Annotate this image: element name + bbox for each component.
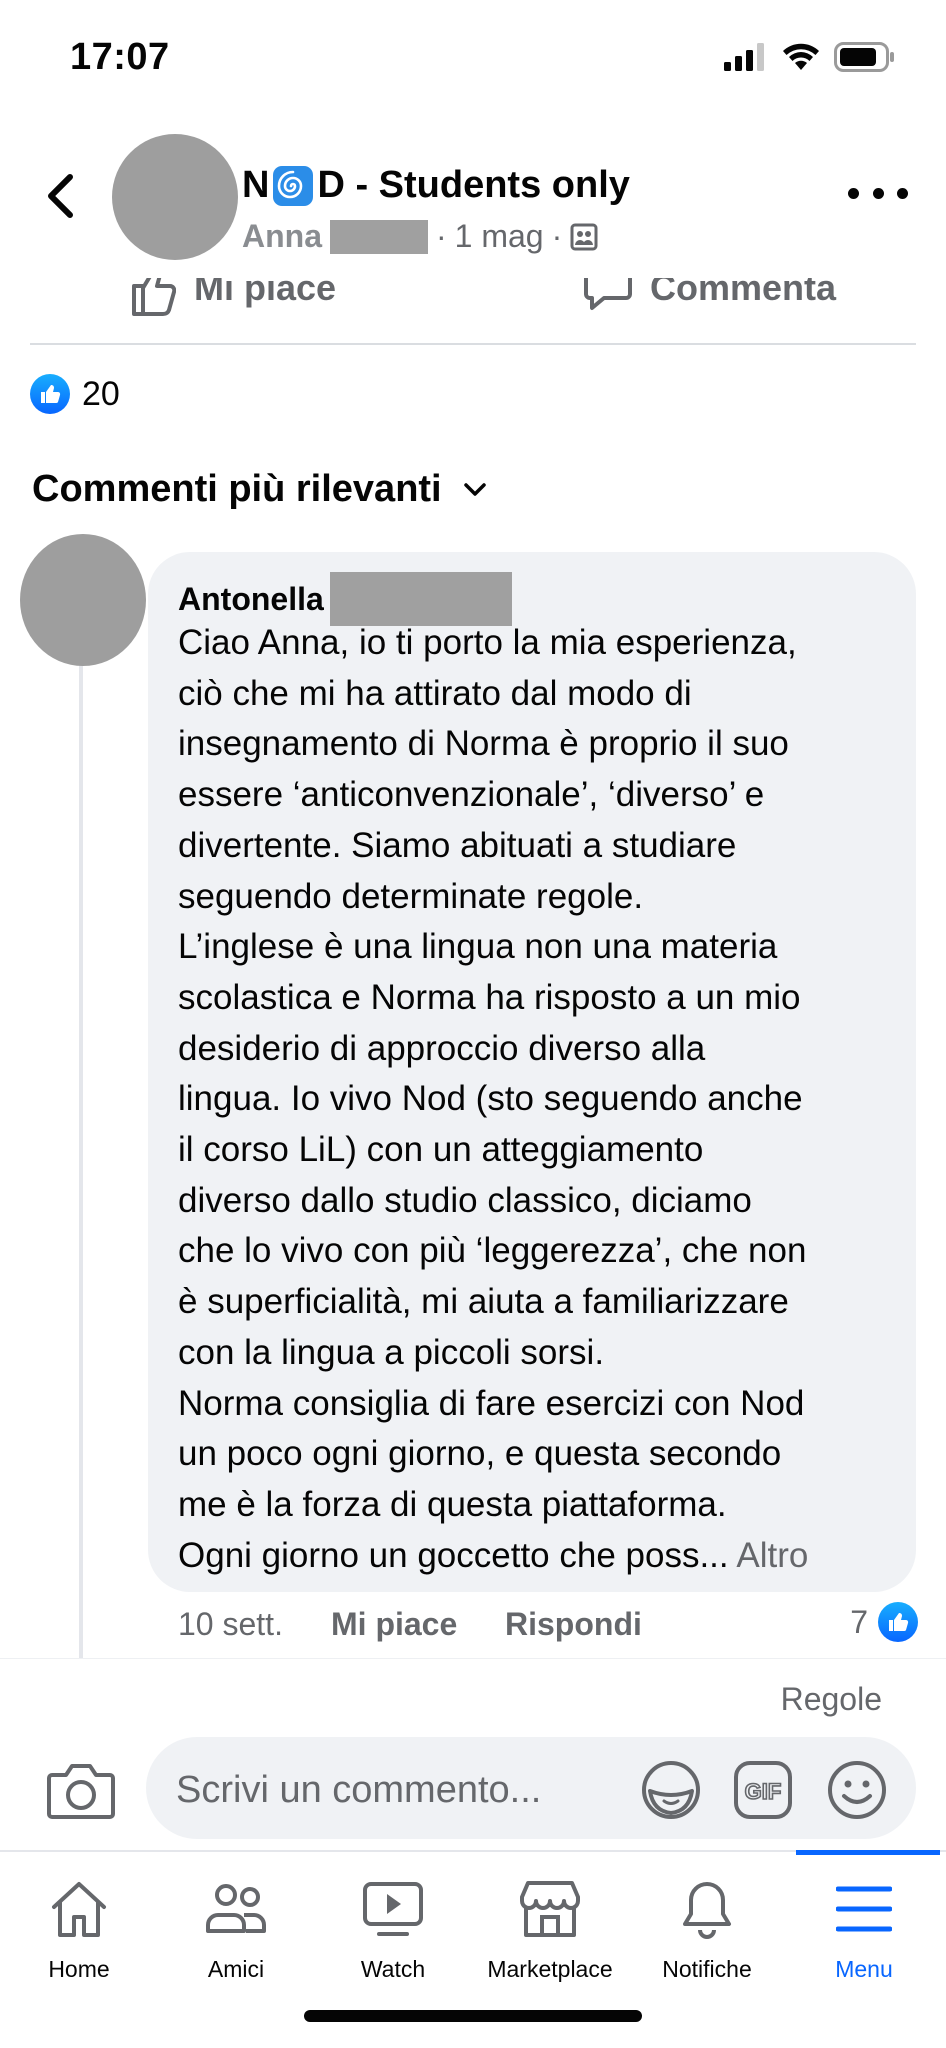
signal-icon: [724, 43, 764, 71]
tab-notifications[interactable]: Notifiche: [628, 1852, 786, 2002]
cyclone-icon: [273, 165, 314, 206]
tab-label: Watch: [360, 1956, 426, 1982]
tab-label: Marketplace: [487, 1956, 613, 1982]
camera-icon[interactable]: [46, 1759, 116, 1821]
like-action-label: Mi piace: [194, 278, 337, 308]
dot: [872, 187, 884, 199]
post-date[interactable]: 1 mag: [455, 218, 544, 255]
comment-time[interactable]: 10 sett.: [178, 1606, 283, 1643]
tab-marketplace[interactable]: Marketplace: [471, 1852, 629, 2002]
comment-input[interactable]: Scrivi un commento... GIF: [146, 1737, 916, 1839]
home-indicator[interactable]: [304, 2010, 642, 2022]
group-members-icon: [570, 223, 598, 250]
emoji-icon[interactable]: [826, 1759, 888, 1821]
meta-separator: ·: [551, 218, 563, 254]
comment-like-button[interactable]: Mi piace: [331, 1606, 457, 1643]
group-title[interactable]: N D - Students only: [242, 164, 630, 207]
comment-action-label: Commenta: [650, 278, 837, 308]
post-action-row: Mi piace Commenta: [0, 278, 946, 344]
rules-link[interactable]: Regole: [781, 1681, 882, 1718]
tab-menu[interactable]: Menu: [785, 1852, 943, 2002]
friends-icon: [206, 1884, 266, 1933]
back-button[interactable]: [38, 166, 82, 226]
status-bar: 17:07: [0, 0, 946, 118]
group-title-suffix: D - Students only: [317, 164, 630, 206]
post-author[interactable]: Anna: [242, 218, 322, 255]
like-reaction-icon: [878, 1602, 918, 1642]
meta-separator: ·: [436, 218, 447, 254]
comment-body: Ciao Anna, io ti porto la mia esperienza…: [178, 623, 807, 1575]
chevron-down-icon: [463, 482, 486, 496]
comment-composer: Regole Scrivi un commento... GIF: [0, 1658, 946, 1850]
wifi-icon: [783, 43, 819, 70]
redacted-surname: [330, 219, 428, 254]
comment-reactions[interactable]: 7: [850, 1602, 918, 1642]
watch-icon: [363, 1882, 423, 1936]
tab-label: Home: [48, 1956, 110, 1982]
status-icons: [724, 42, 896, 72]
group-title-prefix: N: [242, 164, 270, 206]
thread-line: [79, 660, 83, 1660]
chevron-left-icon: [48, 174, 73, 218]
post-header: N D - Students only Anna · 1 mag ·: [0, 118, 946, 278]
reaction-count: 20: [82, 374, 120, 413]
comment-action-button[interactable]: Commenta: [584, 278, 836, 318]
comment-reaction-count: 7: [850, 1603, 868, 1640]
menu-icon: [836, 1886, 892, 1932]
comment-bubble[interactable]: Antonella Ciao Anna, io ti porto la mia …: [148, 552, 916, 1592]
commenter-name[interactable]: Antonella: [178, 581, 324, 618]
commenter-avatar[interactable]: [20, 534, 146, 666]
like-action-button[interactable]: Mi piace: [130, 278, 336, 318]
tab-friends[interactable]: Amici: [157, 1852, 315, 2002]
comment-input-placeholder: Scrivi un commento...: [176, 1769, 542, 1811]
reactions-summary[interactable]: 20: [30, 374, 120, 414]
post-meta: Anna · 1 mag ·: [242, 218, 598, 255]
battery-icon: [834, 42, 894, 72]
svg-text:GIF: GIF: [745, 1779, 782, 1804]
sticker-icon[interactable]: [640, 1759, 702, 1821]
comment-footer: 10 sett. Mi piace Rispondi 7: [178, 1602, 918, 1650]
divider: [30, 343, 916, 345]
bell-icon: [683, 1882, 731, 1939]
dot: [897, 187, 908, 199]
gif-icon[interactable]: GIF: [732, 1759, 794, 1821]
see-more-link[interactable]: Altro: [736, 1536, 808, 1575]
dot: [848, 187, 859, 199]
comments-sort-label: Commenti più rilevanti: [32, 468, 442, 510]
tab-home[interactable]: Home: [0, 1852, 158, 2002]
tab-label: Menu: [835, 1956, 893, 1982]
more-options-button[interactable]: [848, 178, 908, 208]
comment-reply-button[interactable]: Rispondi: [505, 1606, 642, 1643]
comments-sort-dropdown[interactable]: Commenti più rilevanti: [32, 468, 488, 511]
marketplace-icon: [520, 1881, 580, 1937]
thumbs-up-outline-icon: [132, 278, 176, 316]
comment-bubble-icon: [584, 278, 632, 310]
like-reaction-icon: [30, 374, 70, 414]
tab-label: Notifiche: [662, 1956, 752, 1982]
group-avatar[interactable]: [112, 134, 238, 260]
status-time: 17:07: [70, 36, 170, 78]
comment-text: Ciao Anna, io ti porto la mia esperienza…: [178, 618, 903, 1581]
home-icon: [52, 1882, 106, 1937]
tab-label: Amici: [207, 1956, 265, 1982]
tab-watch[interactable]: Watch: [314, 1852, 472, 2002]
